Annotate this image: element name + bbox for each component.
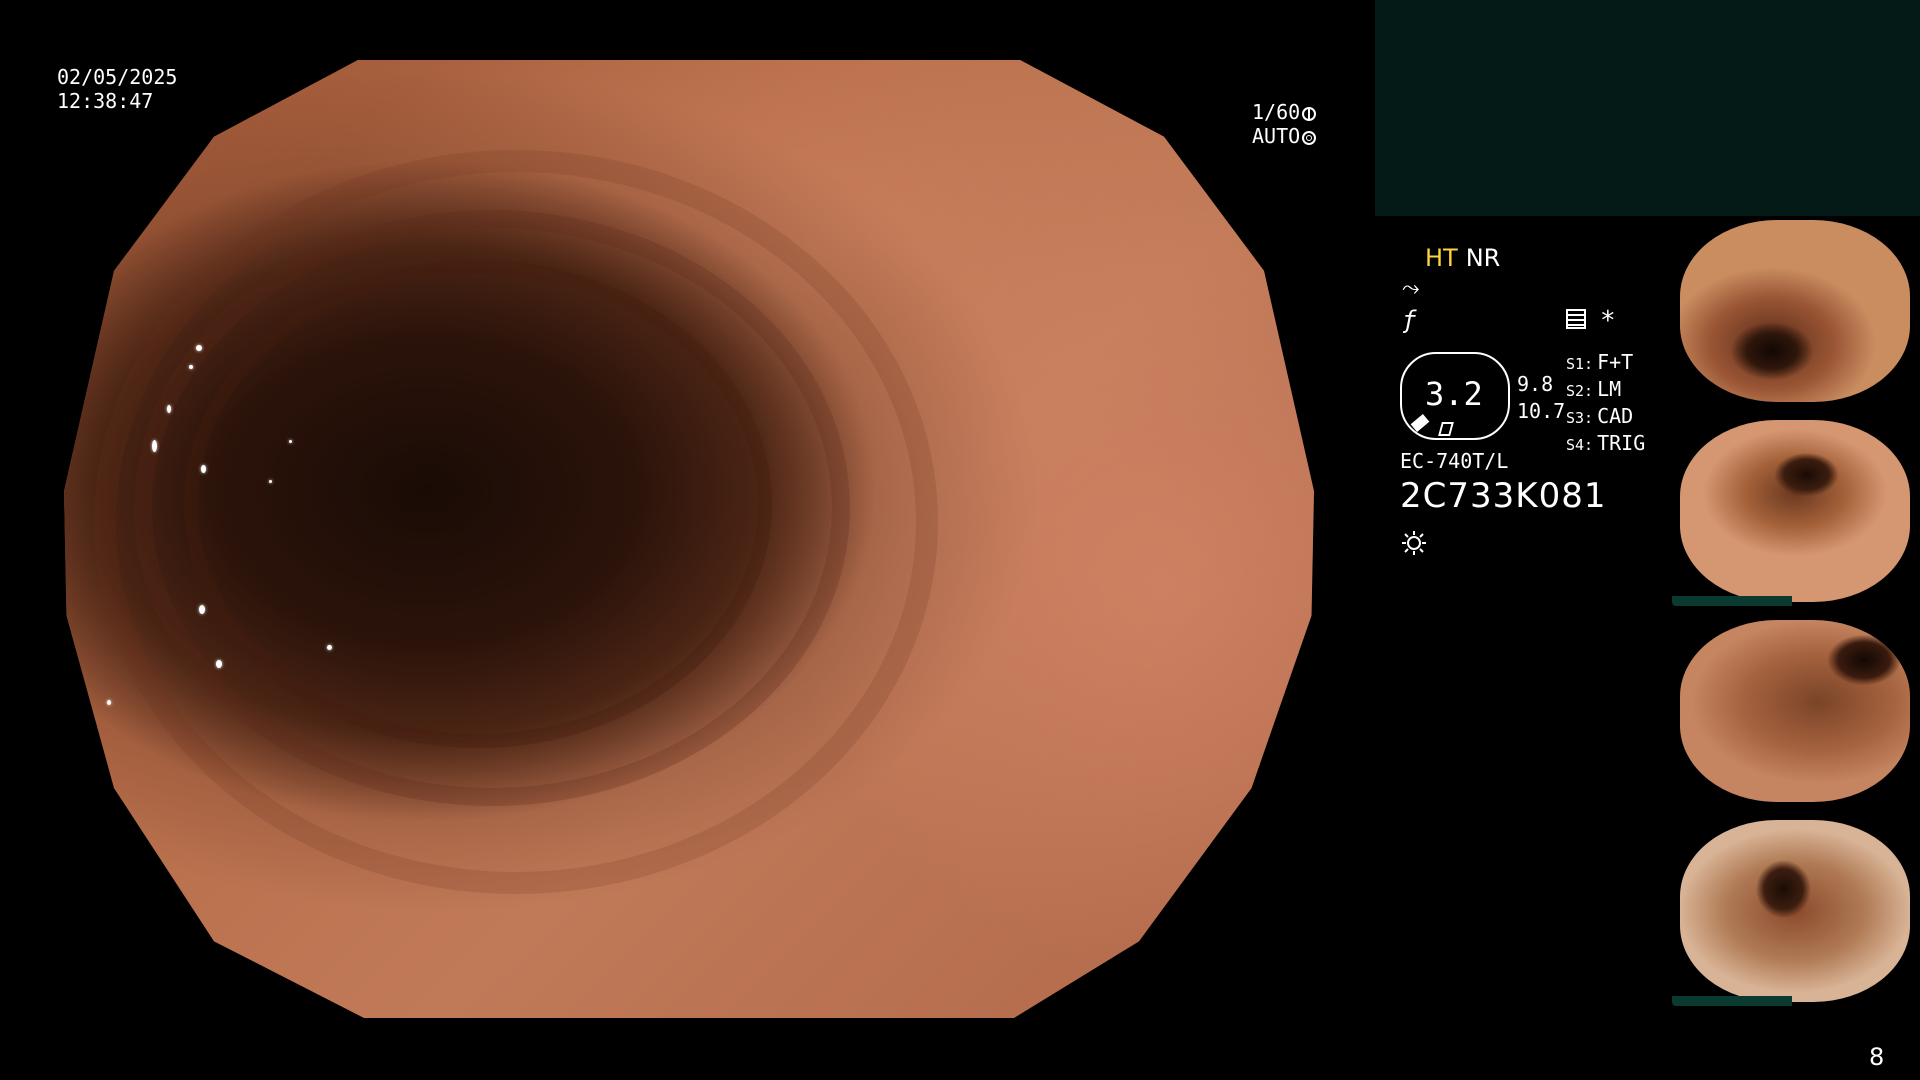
asterisk-mark: * [1600,306,1616,336]
switch-setting-row: S4: TRIG [1566,431,1645,458]
switch-settings-list: S1: F+T S2: LM S3: CAD S4: TRIG [1566,350,1645,458]
endoscope-serial: 2C733K081 [1400,476,1607,516]
iris-mode-text: AUTO [1252,124,1301,148]
light-reflection [167,405,171,413]
date-time-readout: 02/05/2025 12:38:47 [57,65,177,113]
curve-icon: ⤳ [1402,276,1420,301]
switch-value: F+T [1597,350,1634,374]
capture-thumbnail[interactable] [1672,416,1918,606]
switch-setting-row: S3: CAD [1566,404,1645,431]
thumbnail-image [1680,420,1910,602]
light-reflection [107,700,111,705]
light-reflection [152,440,157,452]
info-panel-header [1375,0,1920,216]
capture-thumbnail[interactable] [1672,616,1918,806]
switch-key: S3: [1566,409,1594,427]
light-reflection [199,605,205,614]
switch-setting-row: S1: F+T [1566,350,1645,377]
capture-thumbnail[interactable] [1672,216,1918,406]
exposure-readout: 1/60 AUTO [1252,100,1317,148]
light-reflection [189,365,193,369]
ring-icon [1302,131,1317,145]
page-number: 8 [1869,1043,1885,1071]
date-text: 02/05/2025 [57,65,178,89]
switch-value: LM [1597,377,1622,401]
shutter-speed-text: 1/60 [1252,100,1301,124]
mucosal-fold [94,150,938,894]
light-reflection [289,440,292,443]
thumbnail-image [1680,620,1910,802]
list-icon [1566,309,1586,329]
ht-label: HT [1425,244,1458,272]
switch-key: S1: [1566,355,1594,373]
enhancement-status: HT NR [1425,244,1500,272]
switch-key: S4: [1566,436,1594,454]
time-text: 12:38:47 [57,89,154,113]
f-slash-icon: ƒ [1402,306,1417,334]
thumbnail-image [1680,220,1910,402]
endoscope-model: EC-740T/L [1400,449,1509,473]
endoscopic-view [64,60,1314,1018]
thumbnail-image [1680,820,1910,1002]
switch-key: S2: [1566,382,1594,400]
switch-value: CAD [1597,404,1634,428]
scope-indicator-value: 3.2 [1425,375,1483,413]
thumbnail-bar [1672,596,1792,606]
scope-reading-2: 10.7 [1517,399,1566,423]
light-reflection [216,660,222,668]
light-reflection [269,480,272,483]
capture-thumbnail[interactable] [1672,816,1918,1006]
switch-setting-row: S2: LM [1566,377,1645,404]
light-reflection [196,345,202,351]
light-reflection [327,645,332,650]
sun-icon [1402,531,1426,555]
thumbnail-bar [1672,996,1792,1006]
aperture-icon [1302,107,1317,121]
light-reflection [164,160,168,164]
switch-value: TRIG [1597,431,1646,455]
light-reflection [201,465,206,473]
scope-reading-1: 9.8 [1517,372,1554,396]
nr-label: NR [1465,244,1501,272]
